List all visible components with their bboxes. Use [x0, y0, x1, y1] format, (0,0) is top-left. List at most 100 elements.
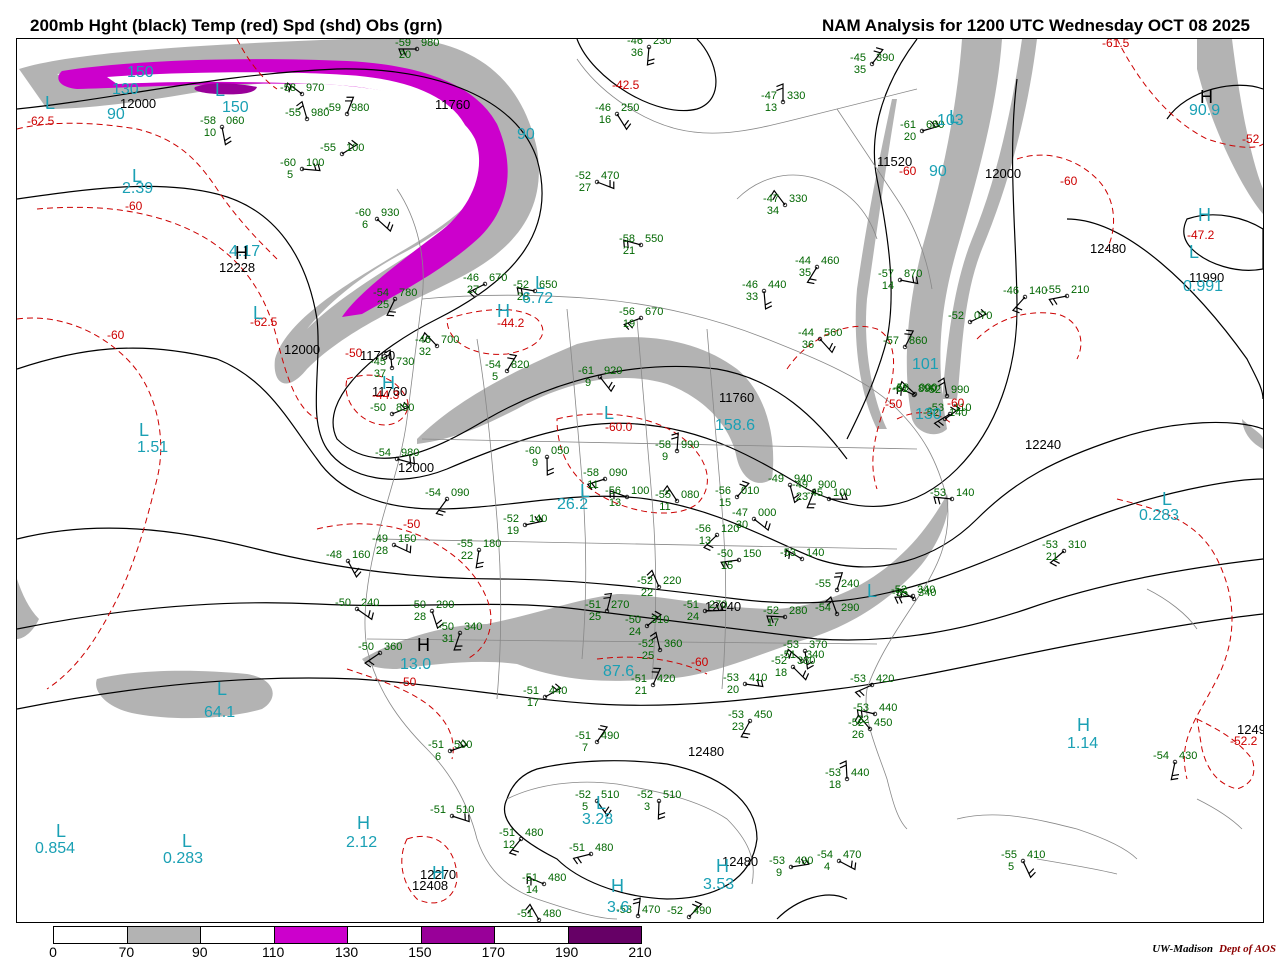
temperature-contour-label: -60	[947, 396, 965, 410]
obs-temperature: -55	[815, 578, 831, 590]
wind-speed-label: 3.28	[582, 811, 613, 828]
obs-height: 440	[549, 685, 567, 697]
obs-dewpoint-depression: 7	[582, 742, 588, 754]
low-pressure-center: L	[949, 107, 959, 127]
low-pressure-center: L	[596, 793, 606, 813]
credit-org: UW-Madison	[1152, 943, 1213, 955]
obs-height: 410	[749, 672, 767, 684]
temperature-contour-label: -47.2	[1187, 228, 1215, 242]
obs-height: 380	[797, 655, 815, 667]
temperature-contour-label: -50	[403, 517, 421, 531]
wind-speed-label: 150	[127, 64, 154, 81]
obs-temperature: -49	[792, 479, 808, 491]
wind-barb	[819, 338, 836, 354]
obs-height: 150	[398, 533, 416, 545]
obs-temperature: -55	[892, 587, 908, 599]
station-model: -53 440 18	[825, 767, 869, 791]
temperature-contour-label: -50	[399, 675, 417, 689]
obs-height: 560	[824, 327, 842, 339]
obs-dewpoint-depression: 35	[854, 64, 866, 76]
obs-height: 440	[879, 702, 897, 714]
obs-height: 290	[436, 599, 454, 611]
obs-height: 090	[609, 467, 627, 479]
wind-speed-label: 64.1	[204, 704, 235, 721]
obs-height: 140	[956, 487, 974, 499]
wind-speed-label: 1.14	[1067, 735, 1098, 752]
obs-height: 390	[876, 52, 894, 64]
temperature-contour-label: -60	[125, 199, 143, 213]
obs-temperature: -52	[503, 513, 519, 525]
obs-height: 980	[351, 102, 369, 114]
obs-height: 450	[874, 717, 892, 729]
obs-dewpoint-depression: 21	[635, 685, 647, 697]
station-model: -52 220 22	[637, 575, 681, 599]
obs-height: 290	[841, 602, 859, 614]
obs-dewpoint-depression: 32	[419, 346, 431, 358]
obs-dewpoint-depression: 18	[829, 779, 841, 791]
wind-barb	[657, 800, 666, 820]
obs-height: 420	[657, 673, 675, 685]
obs-height: 550	[645, 233, 663, 245]
obs-temperature: -50	[625, 614, 641, 626]
wind-barb	[854, 684, 873, 698]
high-pressure-center: H	[611, 876, 624, 896]
obs-height: 500	[454, 739, 472, 751]
station-model: -56 12013	[695, 523, 739, 547]
wind-speed-label: 13.0	[400, 656, 431, 673]
wind-barb	[1048, 295, 1068, 306]
obs-temperature: -55	[285, 107, 301, 119]
obs-dewpoint-depression: 18	[775, 667, 787, 679]
border-line	[1196, 798, 1243, 830]
obs-height: 270	[611, 599, 629, 611]
temperature-contour	[1016, 154, 1115, 250]
obs-dewpoint-depression: 28	[376, 545, 388, 557]
station-model: -53 140	[780, 547, 824, 562]
obs-height: 240	[361, 597, 379, 609]
obs-temperature: -61	[892, 383, 908, 395]
wind-barb	[616, 113, 632, 131]
obs-dewpoint-depression: 6	[362, 219, 368, 231]
obs-dewpoint-depression: 33	[746, 291, 758, 303]
obs-dewpoint-depression: 16	[599, 114, 611, 126]
colorbar-tick-label: 70	[118, 944, 135, 960]
obs-temperature: -52	[638, 638, 654, 650]
high-pressure-center: H	[716, 856, 729, 876]
obs-temperature: -57	[883, 335, 899, 347]
height-contour-label: 12000	[120, 96, 156, 111]
jet-shade-gray-pacific	[96, 670, 273, 719]
obs-height: 310	[651, 614, 669, 626]
obs-height: 670	[645, 306, 663, 318]
obs-temperature: -50	[370, 402, 386, 414]
obs-temperature: -52	[637, 575, 653, 587]
obs-dewpoint-depression: 26	[852, 729, 864, 741]
obs-height: 890	[918, 383, 936, 395]
wind-speed-label: 150	[222, 99, 249, 116]
obs-height: 700	[441, 334, 459, 346]
colorbar-tick-label: 170	[481, 944, 505, 960]
temperature-contour-label: -42.5	[612, 78, 640, 92]
obs-height: 280	[789, 605, 807, 617]
obs-dewpoint-depression: 5	[1008, 861, 1014, 873]
wind-speed-label: 90	[517, 126, 535, 143]
obs-height: 070	[974, 310, 992, 322]
wind-barb	[838, 860, 857, 871]
obs-temperature: -46	[742, 279, 758, 291]
border-line	[1146, 588, 1198, 630]
obs-dewpoint-depression: 34	[767, 205, 779, 217]
obs-height: 780	[399, 287, 417, 299]
obs-temperature: -50	[335, 597, 351, 609]
wind-barb	[763, 290, 773, 310]
obs-height: 100	[306, 157, 324, 169]
obs-height: 470	[601, 170, 619, 182]
obs-height: 850	[396, 402, 414, 414]
temperature-contour-label: -60	[691, 655, 709, 669]
colorbar-tick-label: 210	[628, 944, 652, 960]
obs-dewpoint-depression: 5	[492, 371, 498, 383]
temperature-contour	[976, 312, 1082, 360]
obs-temperature: -51	[585, 599, 601, 611]
temperature-contour	[17, 317, 162, 690]
obs-dewpoint-depression: 30	[736, 519, 748, 531]
jet-shade-gray-sw	[17, 579, 39, 639]
obs-height: 490	[693, 905, 711, 917]
map-title: 200mb Hght (black) Temp (red) Spd (shd) …	[30, 16, 443, 35]
